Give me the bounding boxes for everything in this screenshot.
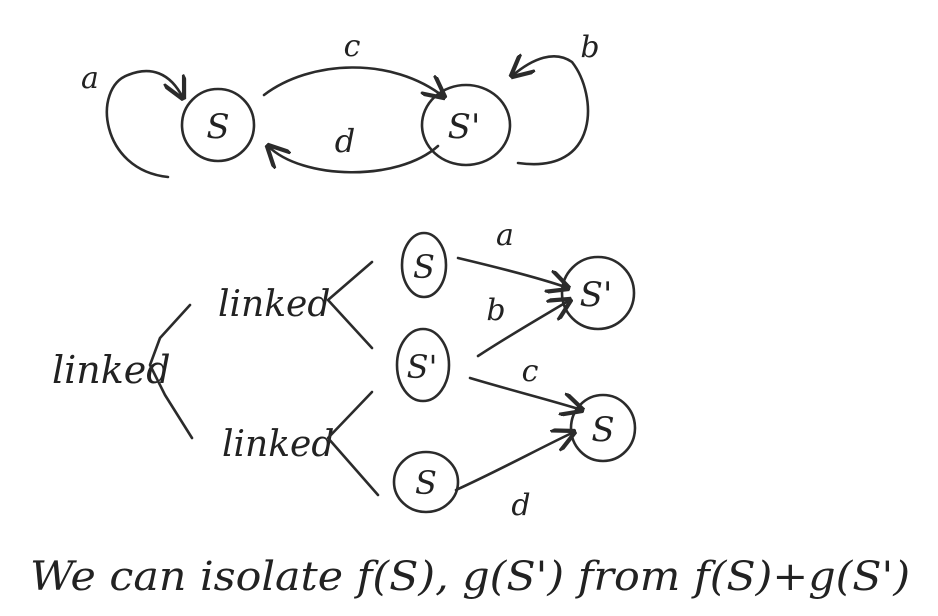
edge-c bbox=[262, 66, 444, 97]
self-loop-b-label: b bbox=[580, 30, 599, 65]
decomposition-tree: linked linked linked S S' S S' S a b c d bbox=[52, 218, 637, 523]
upper-linked-label: linked bbox=[218, 284, 330, 325]
caption-text: We can isolate f(S), g(S') from f(S)+g(S… bbox=[30, 554, 910, 600]
upper-leaf-s-label: S bbox=[413, 248, 435, 286]
lower-bracket bbox=[326, 390, 380, 497]
node-s-label: S bbox=[206, 107, 229, 147]
tree-edge-b-label: b bbox=[486, 293, 505, 328]
tree-edge-d-label: d bbox=[511, 488, 530, 523]
diagram-canvas: S S' a b c d linked linked linked S S' S… bbox=[30, 29, 910, 600]
lower-linked-label: linked bbox=[222, 424, 334, 465]
middle-leaf-s-prime-label: S' bbox=[407, 348, 438, 386]
target-s-label: S bbox=[591, 410, 614, 450]
lower-leaf-s-label: S bbox=[415, 464, 437, 502]
node-s-prime-label: S' bbox=[448, 107, 481, 147]
target-s-prime-label: S' bbox=[580, 275, 613, 315]
tree-edge-a bbox=[456, 256, 568, 288]
tree-edge-d bbox=[454, 432, 574, 492]
self-loop-a-label: a bbox=[81, 61, 99, 96]
self-loop-b-edge bbox=[512, 56, 590, 166]
edge-d-label: d bbox=[335, 122, 355, 160]
upper-bracket bbox=[326, 260, 374, 350]
top-state-graph: S S' a b c d bbox=[81, 29, 600, 179]
self-loop-a-edge bbox=[105, 69, 183, 179]
tree-edge-a-label: a bbox=[496, 218, 514, 253]
tree-edge-c-label: c bbox=[522, 354, 539, 389]
edge-c-label: c bbox=[344, 29, 361, 64]
